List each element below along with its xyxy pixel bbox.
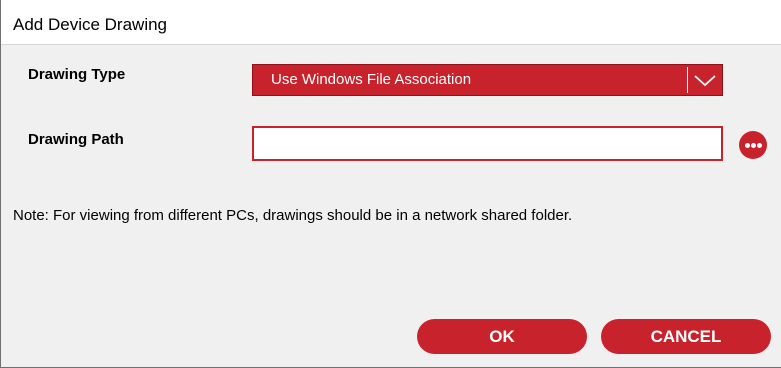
ok-button[interactable]: OK xyxy=(417,319,587,354)
drawing-type-select[interactable]: Use Windows File Association xyxy=(252,64,723,96)
more-horizontal-icon-dot xyxy=(757,143,762,148)
cancel-button[interactable]: CANCEL xyxy=(601,319,771,354)
chevron-down-icon[interactable] xyxy=(692,69,718,91)
title-bar: Add Device Drawing xyxy=(1,0,781,45)
drawing-path-input[interactable] xyxy=(252,126,723,161)
drawing-type-label: Drawing Type xyxy=(28,66,126,83)
browse-button[interactable] xyxy=(739,131,767,159)
more-horizontal-icon xyxy=(745,143,750,148)
dialog-title: Add Device Drawing xyxy=(13,15,168,34)
select-divider xyxy=(687,67,688,93)
drawing-type-selected-value: Use Windows File Association xyxy=(271,71,472,88)
more-horizontal-icon-dot xyxy=(751,143,756,148)
add-device-drawing-dialog: Add Device Drawing Drawing Type Use Wind… xyxy=(0,0,781,368)
drawing-path-label: Drawing Path xyxy=(28,131,124,148)
network-note: Note: For viewing from different PCs, dr… xyxy=(13,207,573,224)
